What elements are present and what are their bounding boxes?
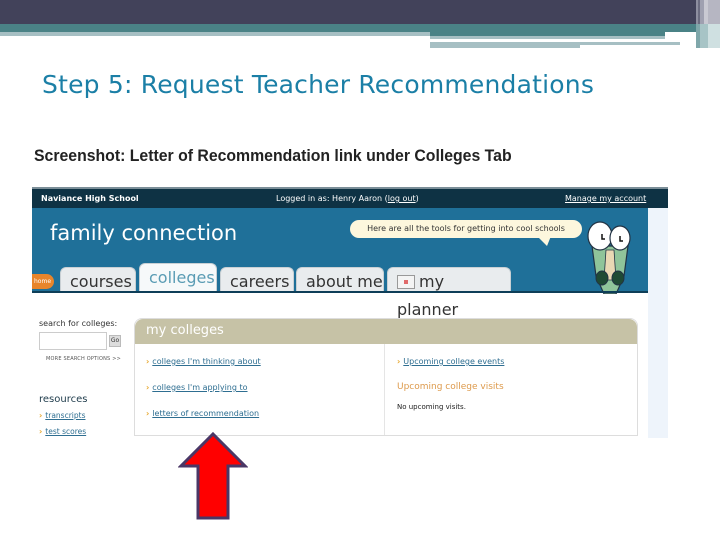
tab-colleges[interactable]: colleges [139,263,217,293]
chevron-right-icon: › [397,357,401,366]
my-colleges-panel: my colleges › colleges I'm thinking about… [134,318,638,436]
panel-divider [384,344,385,435]
upcoming-events-link[interactable]: Upcoming college events [403,357,504,366]
colleges-thinking-about-link[interactable]: colleges I'm thinking about [152,357,260,366]
chevron-right-icon: › [146,357,150,366]
logged-in-suffix: ) [415,194,419,203]
tab-careers[interactable]: careers [220,267,294,293]
list-item: › colleges I'm thinking about [146,357,261,366]
slide-edge-decoration [696,24,720,48]
list-item: › Upcoming college events [397,357,504,366]
college-search-input[interactable] [39,332,107,350]
chevron-right-icon: › [146,409,150,418]
planner-icon [397,275,415,289]
naviance-screenshot: Naviance High School Logged in as: Henry… [32,187,668,438]
slide-accent-line [580,42,680,45]
slide-accent-line [0,32,430,36]
school-name: Naviance High School [41,194,139,203]
family-connection-logo: family connection [50,221,238,245]
test-scores-link[interactable]: test scores [45,427,86,436]
chevron-right-icon: › [39,427,43,436]
manage-account-link[interactable]: Manage my account [565,194,646,203]
tab-home[interactable]: home [32,274,54,289]
resource-item: › test scores [39,427,86,436]
screenshot-caption: Screenshot: Letter of Recommendation lin… [34,146,512,165]
logged-in-label: Logged in as: Henry Aaron ( [276,194,388,203]
speech-bubble-tail [537,236,551,246]
resources-heading: resources [39,394,88,405]
top-bar: Naviance High School Logged in as: Henry… [32,187,668,208]
slide-accent-line [430,42,580,48]
list-item: › colleges I'm applying to [146,383,248,392]
chevron-right-icon: › [39,411,43,420]
list-item: › letters of recommendation [146,409,259,418]
resource-item: › transcripts [39,411,85,420]
panel-title: my colleges [146,323,224,338]
upcoming-visits-heading: Upcoming college visits [397,382,504,392]
red-up-arrow-icon [178,432,248,520]
logout-link[interactable]: log out [388,194,416,203]
search-label: search for colleges: [39,319,118,328]
slide-header-bar [0,0,720,24]
page-background-panel [648,208,668,438]
upcoming-visits-text: No upcoming visits. [397,403,466,411]
tab-about-me[interactable]: about me [296,267,384,293]
tab-courses[interactable]: courses [60,267,136,293]
search-go-button[interactable]: Go [109,335,121,347]
crocodile-mascot-icon [587,221,631,294]
transcripts-link[interactable]: transcripts [45,411,85,420]
tab-underline [32,291,648,293]
chevron-right-icon: › [146,383,150,392]
slide-accent-line [430,36,665,39]
letters-of-recommendation-link[interactable]: letters of recommendation [152,409,259,418]
slide-accent-bar [0,24,720,32]
panel-header: my colleges [135,319,637,344]
logged-in-status: Logged in as: Henry Aaron (log out) [276,194,419,203]
slide-title: Step 5: Request Teacher Recommendations [42,70,595,99]
tab-my-planner[interactable]: my planner [387,267,511,319]
colleges-applying-to-link[interactable]: colleges I'm applying to [152,383,247,392]
more-search-options-link[interactable]: MORE SEARCH OPTIONS >> [46,356,121,362]
